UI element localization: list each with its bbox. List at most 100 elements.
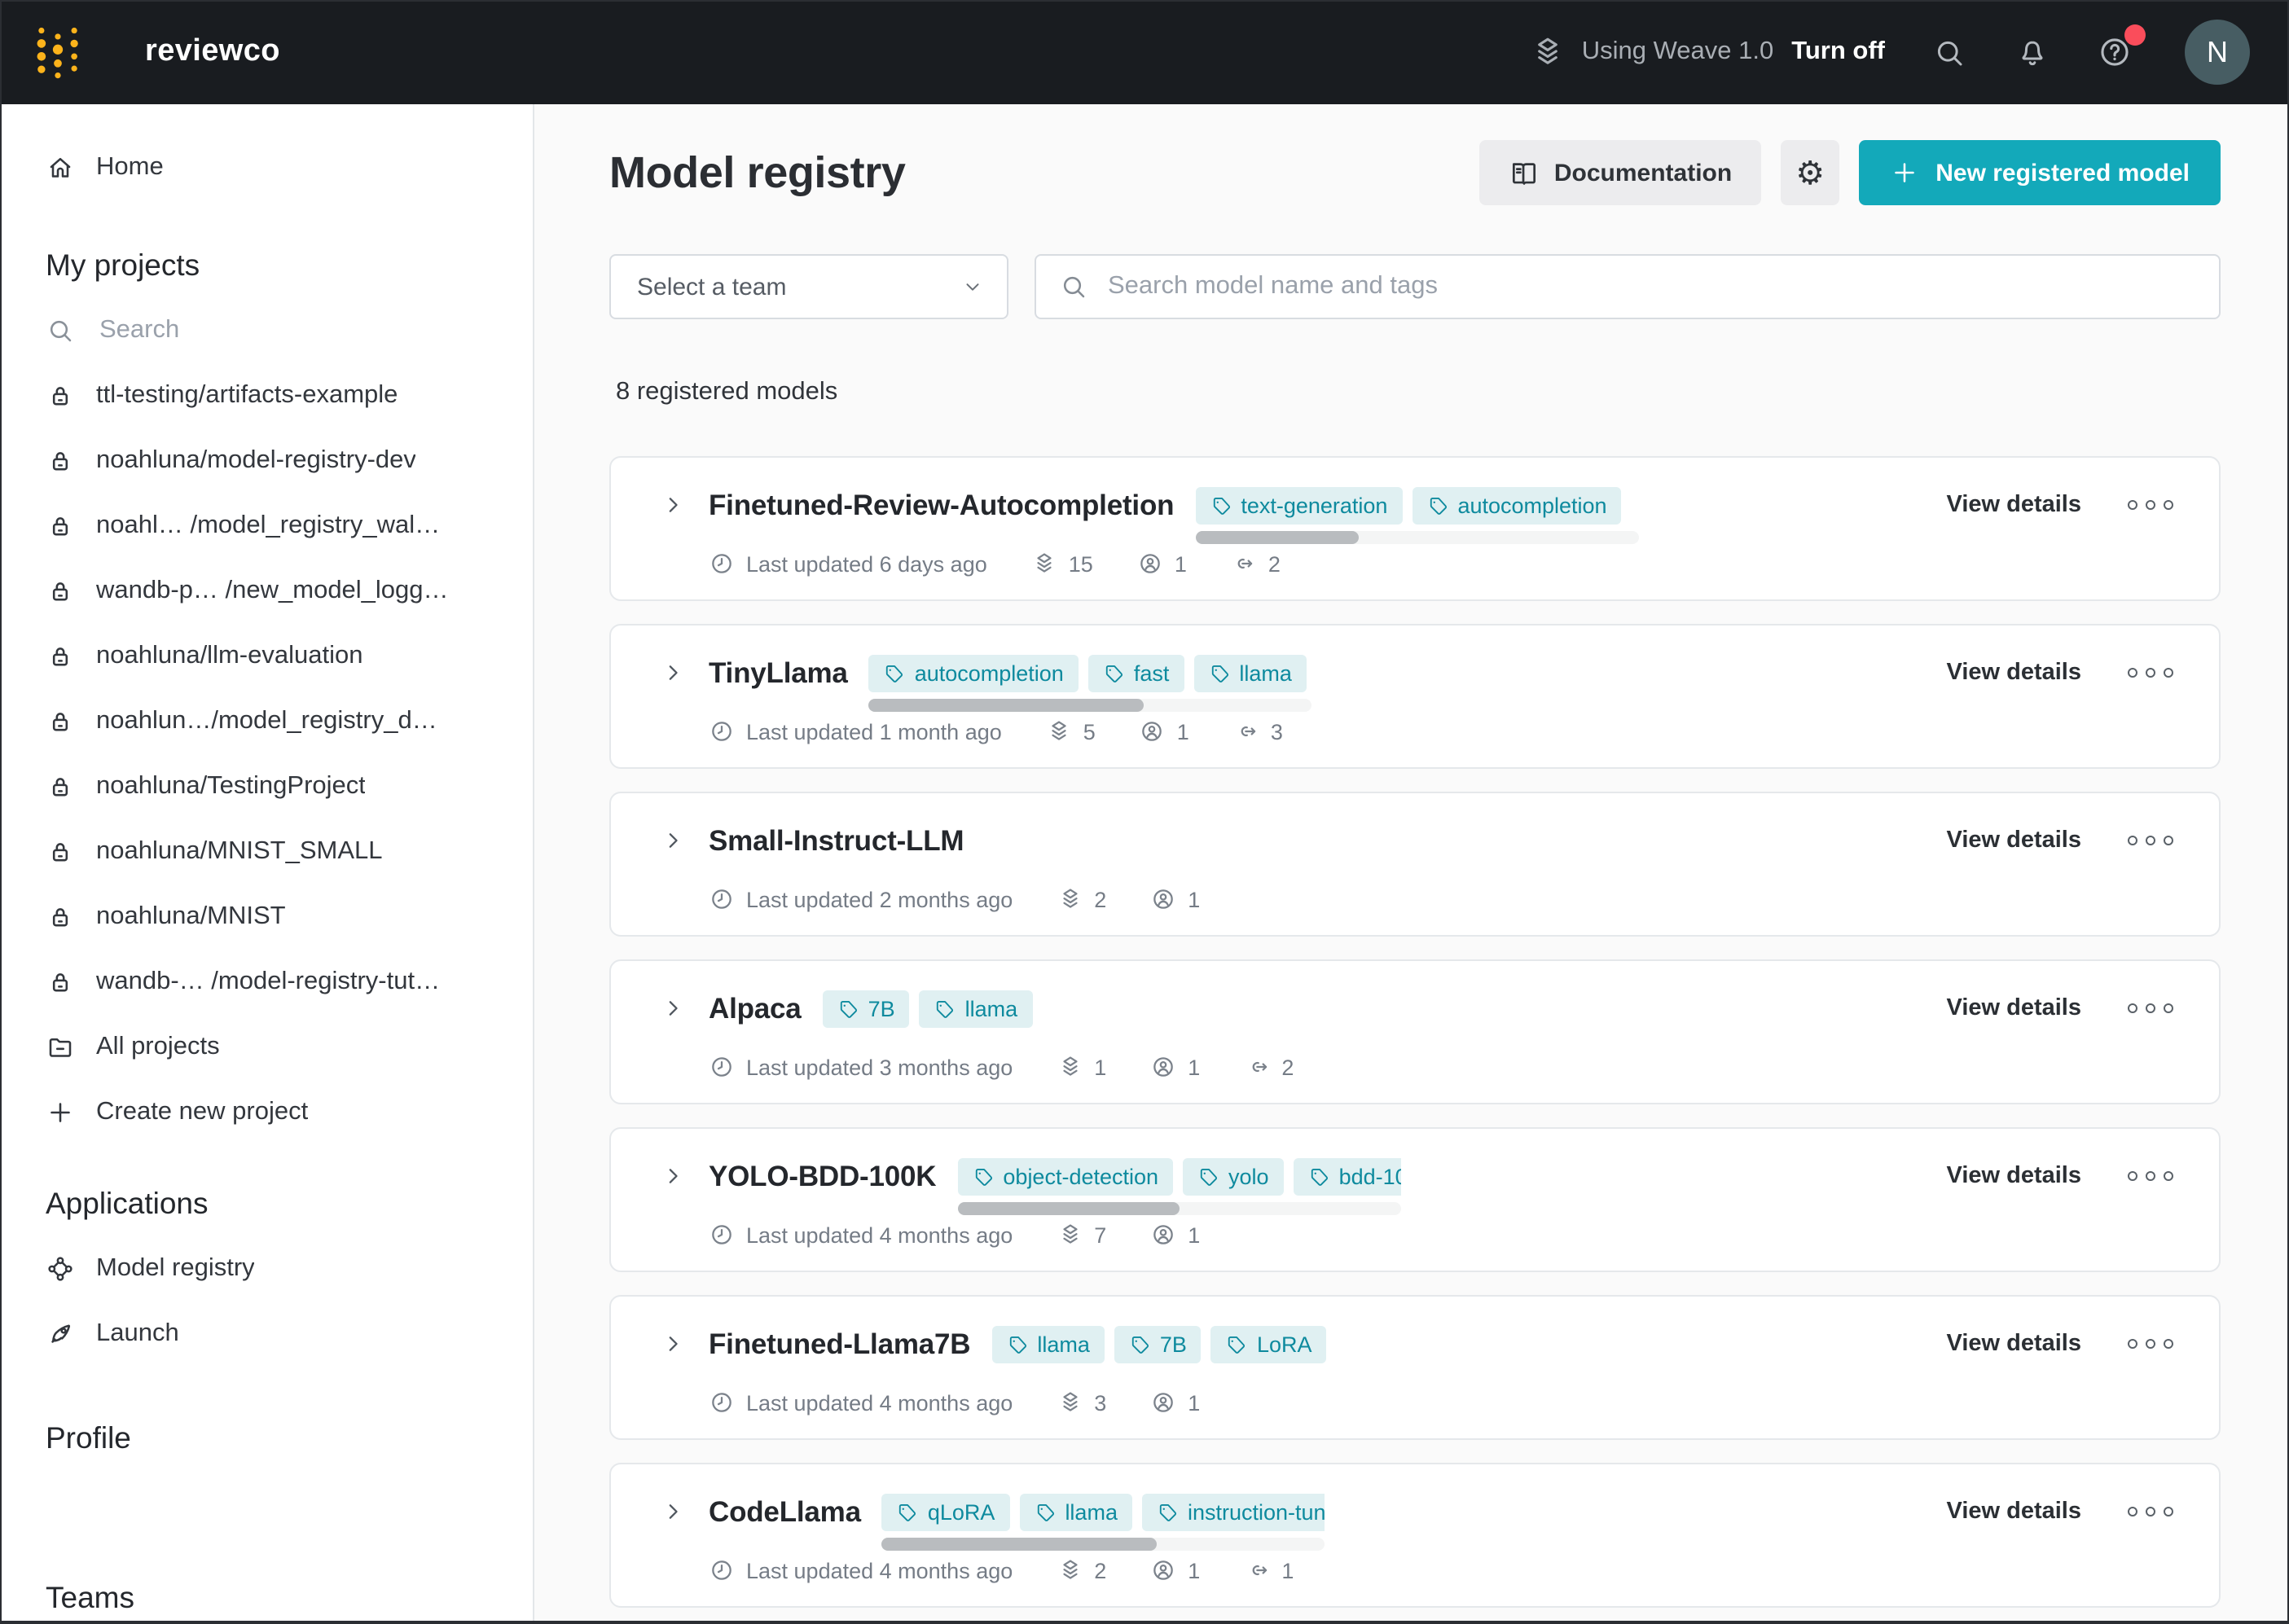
- tags-scrollbar[interactable]: [1195, 530, 1638, 543]
- tag-pill[interactable]: LoRA: [1211, 1325, 1327, 1363]
- model-name[interactable]: Finetuned-Review-Autocompletion: [709, 488, 1174, 522]
- notifications-button[interactable]: [2012, 33, 2051, 72]
- versions-icon: [1046, 718, 1072, 744]
- more-menu-button[interactable]: [2127, 1339, 2173, 1350]
- tag-pill[interactable]: fast: [1088, 654, 1184, 691]
- tag-pill[interactable]: 7B: [1114, 1325, 1202, 1363]
- expand-chevron-icon[interactable]: [660, 1163, 686, 1189]
- more-menu-button[interactable]: [2127, 1171, 2173, 1182]
- tag-pill[interactable]: autocompletion: [869, 654, 1079, 691]
- version-count: 3: [1057, 1389, 1106, 1416]
- tag-pill[interactable]: llama: [991, 1325, 1105, 1363]
- view-details-button[interactable]: View details: [1947, 1499, 2082, 1525]
- more-menu-button[interactable]: [2127, 1003, 2173, 1014]
- lock-icon: [46, 642, 75, 671]
- last-updated: Last updated 4 months ago: [709, 1389, 1013, 1416]
- tags-scrollbar[interactable]: [882, 1537, 1325, 1550]
- sidebar-item-launch[interactable]: Launch: [46, 1301, 533, 1367]
- sidebar-item-model-registry[interactable]: Model registry: [46, 1236, 533, 1301]
- tags-scrollbar-thumb[interactable]: [869, 698, 1144, 711]
- user-avatar[interactable]: N: [2185, 20, 2250, 85]
- tags-scrollbar-thumb[interactable]: [882, 1537, 1157, 1550]
- tag-pill[interactable]: text-generation: [1195, 486, 1402, 524]
- brand-name[interactable]: reviewco: [145, 34, 280, 70]
- tag-zone: 7B llama: [823, 990, 1033, 1027]
- sidebar-project-item[interactable]: ttl-testing/artifacts-example: [46, 363, 533, 428]
- more-menu-button[interactable]: [2127, 836, 2173, 846]
- model-name[interactable]: Small-Instruct-LLM: [709, 823, 964, 858]
- global-search-button[interactable]: [1929, 33, 1968, 72]
- version-count: 1: [1057, 1054, 1106, 1080]
- sidebar-project-item[interactable]: wandb-p… /new_model_logg…: [46, 559, 533, 624]
- weave-turn-off-button[interactable]: Turn off: [1791, 37, 1885, 67]
- model-meta: Last updated 4 months ago 3 1: [709, 1389, 2177, 1416]
- sidebar-project-item[interactable]: noahluna/MNIST: [46, 884, 533, 950]
- more-menu-button[interactable]: [2127, 500, 2173, 511]
- model-name[interactable]: Finetuned-Llama7B: [709, 1327, 970, 1361]
- settings-button[interactable]: ⚙: [1781, 140, 1839, 205]
- tag-pill[interactable]: object-detection: [957, 1157, 1173, 1195]
- tag-pill[interactable]: llama: [1019, 1493, 1132, 1530]
- view-details-button[interactable]: View details: [1947, 827, 2082, 854]
- tag-pill[interactable]: autocompletion: [1412, 486, 1621, 524]
- sidebar-project-item[interactable]: noahlun…/model_registry_d…: [46, 689, 533, 754]
- sidebar-item-home[interactable]: Home: [46, 135, 533, 200]
- book-icon: [1509, 157, 1540, 188]
- tag-pill[interactable]: qLoRA: [882, 1493, 1010, 1530]
- sidebar-search[interactable]: [46, 298, 533, 363]
- tag-list: 7B llama: [823, 990, 1033, 1027]
- help-button[interactable]: [2095, 33, 2134, 72]
- team-select[interactable]: Select a team: [609, 254, 1008, 319]
- expand-chevron-icon[interactable]: [660, 1499, 686, 1525]
- tags-scrollbar-thumb[interactable]: [1195, 530, 1359, 543]
- tag-pill[interactable]: instruction-tuning: [1142, 1493, 1325, 1530]
- tag-label: text-generation: [1241, 493, 1387, 517]
- view-details-button[interactable]: View details: [1947, 1331, 2082, 1357]
- model-name[interactable]: TinyLlama: [709, 656, 848, 690]
- tags-scrollbar-thumb[interactable]: [957, 1201, 1179, 1214]
- tag-pill[interactable]: yolo: [1183, 1157, 1284, 1195]
- last-updated: Last updated 4 months ago: [709, 1557, 1013, 1583]
- person-icon: [1150, 886, 1176, 912]
- tag-icon: [1006, 1333, 1027, 1354]
- expand-chevron-icon[interactable]: [660, 827, 686, 854]
- new-registered-model-button[interactable]: New registered model: [1859, 140, 2221, 205]
- model-search-input[interactable]: [1105, 270, 2196, 303]
- expand-chevron-icon[interactable]: [660, 995, 686, 1021]
- expand-chevron-icon[interactable]: [660, 660, 686, 686]
- sidebar-project-item[interactable]: noahl… /model_registry_wal…: [46, 494, 533, 559]
- model-search[interactable]: [1035, 254, 2221, 319]
- model-name[interactable]: CodeLlama: [709, 1495, 861, 1529]
- tags-scrollbar[interactable]: [869, 698, 1312, 711]
- tag-pill[interactable]: llama: [920, 990, 1033, 1027]
- tag-pill[interactable]: llama: [1193, 654, 1307, 691]
- model-name[interactable]: Alpaca: [709, 991, 802, 1025]
- expand-chevron-icon[interactable]: [660, 1331, 686, 1357]
- more-menu-button[interactable]: [2127, 668, 2173, 678]
- tag-pill[interactable]: bdd-100k: [1294, 1157, 1401, 1195]
- sidebar-project-item[interactable]: noahluna/MNIST_SMALL: [46, 819, 533, 884]
- sidebar-item-all-projects[interactable]: All projects: [46, 1015, 533, 1080]
- clock-icon: [709, 1389, 735, 1416]
- tags-scrollbar[interactable]: [957, 1201, 1400, 1214]
- view-details-button[interactable]: View details: [1947, 660, 2082, 686]
- sidebar-project-item[interactable]: wandb-… /model-registry-tut…: [46, 950, 533, 1015]
- expand-chevron-icon[interactable]: [660, 492, 686, 518]
- my-projects-heading: My projects: [46, 233, 533, 298]
- documentation-button[interactable]: Documentation: [1479, 140, 1761, 205]
- tag-pill[interactable]: 7B: [823, 990, 910, 1027]
- view-details-button[interactable]: View details: [1947, 492, 2082, 518]
- tag-label: llama: [1239, 661, 1292, 685]
- more-menu-button[interactable]: [2127, 1507, 2173, 1517]
- view-details-button[interactable]: View details: [1947, 1163, 2082, 1189]
- model-name[interactable]: YOLO-BDD-100K: [709, 1159, 936, 1193]
- brand-logo-icon[interactable]: [33, 23, 83, 81]
- sidebar-project-item[interactable]: noahluna/llm-evaluation: [46, 624, 533, 689]
- sidebar-item-create-project[interactable]: Create new project: [46, 1080, 533, 1145]
- sidebar-project-item[interactable]: noahluna/model-registry-dev: [46, 428, 533, 494]
- tag-icon: [934, 998, 956, 1019]
- sidebar-search-input[interactable]: [96, 314, 533, 347]
- sidebar-project-item[interactable]: noahluna/TestingProject: [46, 754, 533, 819]
- view-details-button[interactable]: View details: [1947, 995, 2082, 1021]
- tag-label: 7B: [868, 996, 895, 1020]
